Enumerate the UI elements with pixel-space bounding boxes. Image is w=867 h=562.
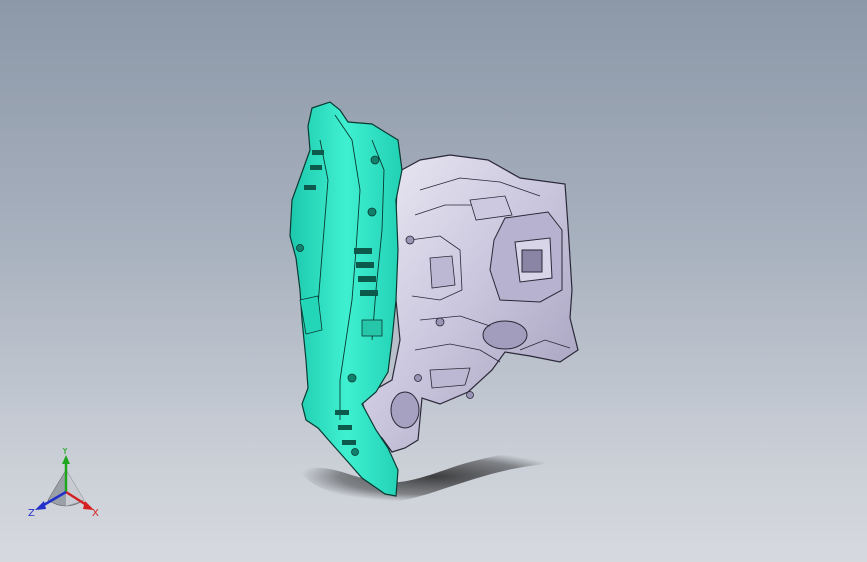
x-axis-label: X (92, 508, 99, 519)
graphics-viewport[interactable]: Y X Z (0, 0, 867, 562)
z-axis-label: Z (28, 508, 35, 519)
model-shadow (300, 450, 569, 503)
y-axis-label: Y (61, 448, 69, 457)
reference-triad: Y X Z (28, 448, 99, 519)
cad-model[interactable] (0, 0, 867, 562)
